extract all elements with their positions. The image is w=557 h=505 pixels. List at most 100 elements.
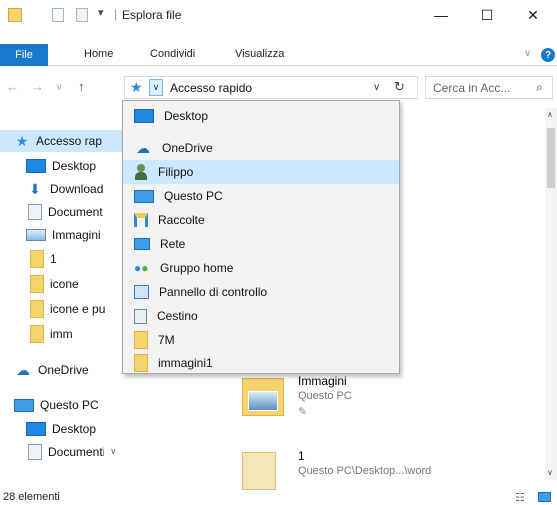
menu-item-questo-pc[interactable]: Questo PC <box>123 184 399 208</box>
maximize-button[interactable]: ☐ <box>464 0 510 30</box>
sidebar-item-pc-documenti[interactable]: Documenti <box>28 441 104 463</box>
sidebar-item-label: OneDrive <box>38 363 89 377</box>
sidebar-item-label: Accesso rap <box>36 134 103 148</box>
customize-toolbar-icon[interactable]: ▾ <box>98 6 104 19</box>
window-title: Esplora file <box>122 8 182 22</box>
properties-icon[interactable] <box>52 8 64 22</box>
sidebar-item-download[interactable]: ⬇ Download <box>26 178 124 200</box>
address-dropdown-icon[interactable]: ∨ <box>149 79 163 96</box>
desktop-icon <box>134 109 154 123</box>
folder-icon <box>30 275 44 293</box>
sidebar-item-desktop[interactable]: Desktop <box>26 155 124 177</box>
menu-item-gruppo-home[interactable]: ●● Gruppo home <box>123 256 399 280</box>
sidebar-item-documenti[interactable]: Document <box>28 201 124 223</box>
close-button[interactable]: ✕ <box>510 0 556 30</box>
sidebar-item-label: 1 <box>50 252 57 266</box>
sidebar-item-label: Questo PC <box>40 398 99 412</box>
folder-icon <box>134 354 148 372</box>
computer-icon <box>14 398 34 412</box>
search-input[interactable]: Cerca in Acc... <box>433 81 510 95</box>
menu-item-label: Pannello di controllo <box>159 285 268 299</box>
sidebar-item-immagini[interactable]: Immagini <box>26 224 124 246</box>
sidebar-item-onedrive[interactable]: ☁ OneDrive <box>14 359 124 381</box>
sidebar-item-label: Desktop <box>52 159 97 173</box>
address-history-icon[interactable]: ∨ <box>373 82 380 93</box>
search-box[interactable]: Cerca in Acc... ⌕ <box>425 76 553 99</box>
document-icon <box>28 204 42 220</box>
details-view-icon[interactable]: ☷ <box>515 491 525 504</box>
tab-home[interactable]: Home <box>84 48 113 60</box>
menu-item-7m[interactable]: 7M <box>123 328 399 352</box>
sidebar-item-questo-pc[interactable]: Questo PC <box>14 394 124 416</box>
expand-ribbon-icon[interactable]: ∨ <box>524 48 531 59</box>
sidebar-item-label: Download <box>50 182 104 196</box>
sidebar-item-icone-e-pu[interactable]: icone e pu <box>30 298 124 320</box>
address-dropdown-menu: Desktop ☁ OneDrive Filippo Questo PC Rac… <box>122 100 400 374</box>
status-bar: 28 elementi ☷ <box>0 490 557 505</box>
sidebar-item-icone[interactable]: icone <box>30 273 124 295</box>
folder-icon <box>30 300 44 318</box>
download-icon: ⬇ <box>29 180 41 197</box>
folder-icon[interactable] <box>8 8 22 22</box>
sidebar-item-accesso-rapido[interactable]: ★ Accesso rap <box>0 130 124 152</box>
scroll-up-icon[interactable]: ∧ <box>547 110 553 119</box>
sidebar-item-1[interactable]: 1 <box>30 248 124 270</box>
search-icon[interactable]: ⌕ <box>536 80 543 95</box>
menu-item-rete[interactable]: Rete <box>123 232 399 256</box>
content-item-location: Questo PC <box>298 390 352 402</box>
menu-item-label: Raccolte <box>158 213 205 227</box>
star-icon: ★ <box>130 79 143 95</box>
menu-item-label: Questo PC <box>164 189 223 203</box>
scrollbar-thumb[interactable] <box>547 128 555 188</box>
tab-condividi[interactable]: Condividi <box>150 48 195 60</box>
large-icons-view-icon[interactable] <box>538 492 551 502</box>
menu-item-immagini1[interactable]: immagini1 <box>123 351 399 375</box>
computer-icon <box>134 189 154 203</box>
address-bar[interactable]: ★ ∨ Accesso rapido ∨ ↻ <box>124 76 418 99</box>
minimize-button[interactable]: — <box>418 0 464 30</box>
menu-item-filippo[interactable]: Filippo <box>123 160 399 184</box>
ribbon-tabs: File Home Condividi Visualizza ∨ ? <box>0 44 557 66</box>
sidebar-item-pc-desktop[interactable]: Desktop <box>26 418 124 440</box>
content-item-name: 1 <box>298 449 305 463</box>
menu-item-label: Rete <box>160 237 186 251</box>
menu-item-pannello-di-controllo[interactable]: Pannello di controllo <box>123 280 399 304</box>
new-folder-icon[interactable] <box>76 8 88 22</box>
forward-arrow-icon[interactable]: → <box>31 79 44 94</box>
menu-item-desktop[interactable]: Desktop <box>123 104 399 128</box>
item-count: 28 elementi <box>3 491 60 503</box>
menu-item-label: OneDrive <box>162 141 213 155</box>
content-item-location: Questo PC\Desktop...\word <box>298 465 432 477</box>
menu-item-label: Desktop <box>164 109 209 123</box>
pin-icon: ✎ <box>298 406 308 418</box>
pictures-folder-icon <box>242 378 284 416</box>
sidebar-item-imm[interactable]: imm <box>30 323 124 345</box>
menu-item-cestino[interactable]: Cestino <box>123 304 399 328</box>
tab-file[interactable]: File <box>0 44 48 66</box>
homegroup-icon: ●● <box>134 261 149 275</box>
up-arrow-icon[interactable]: ↑ <box>78 79 85 94</box>
pictures-icon <box>26 229 46 241</box>
recent-locations-icon[interactable]: ∨ <box>56 82 63 93</box>
sidebar-item-label: Desktop <box>52 422 97 436</box>
menu-item-label: 7M <box>158 333 175 347</box>
tab-visualizza[interactable]: Visualizza <box>235 48 284 60</box>
libraries-icon <box>134 213 148 227</box>
address-path: Accesso rapido <box>170 81 253 95</box>
menu-item-label: Gruppo home <box>160 261 234 275</box>
menu-item-onedrive[interactable]: ☁ OneDrive <box>123 136 399 160</box>
cloud-icon: ☁ <box>136 139 150 156</box>
refresh-icon[interactable]: ↻ <box>394 79 405 95</box>
content-item-name: Immagini <box>298 374 347 388</box>
star-icon: ★ <box>15 132 29 149</box>
desktop-icon <box>26 159 46 173</box>
scroll-down-icon[interactable]: ∨ <box>547 468 553 477</box>
back-arrow-icon[interactable]: ← <box>6 79 19 94</box>
content-item[interactable]: Immagini Questo PC ✎ <box>242 374 442 434</box>
sidebar-item-label: icone <box>50 277 79 291</box>
sidebar-item-label: Document <box>48 205 103 219</box>
help-icon[interactable]: ? <box>541 48 555 62</box>
menu-item-raccolte[interactable]: Raccolte <box>123 208 399 232</box>
sidebar-scroll-down-icon[interactable]: ∨ <box>110 446 117 457</box>
content-item[interactable]: 1 Questo PC\Desktop...\word <box>242 444 532 490</box>
